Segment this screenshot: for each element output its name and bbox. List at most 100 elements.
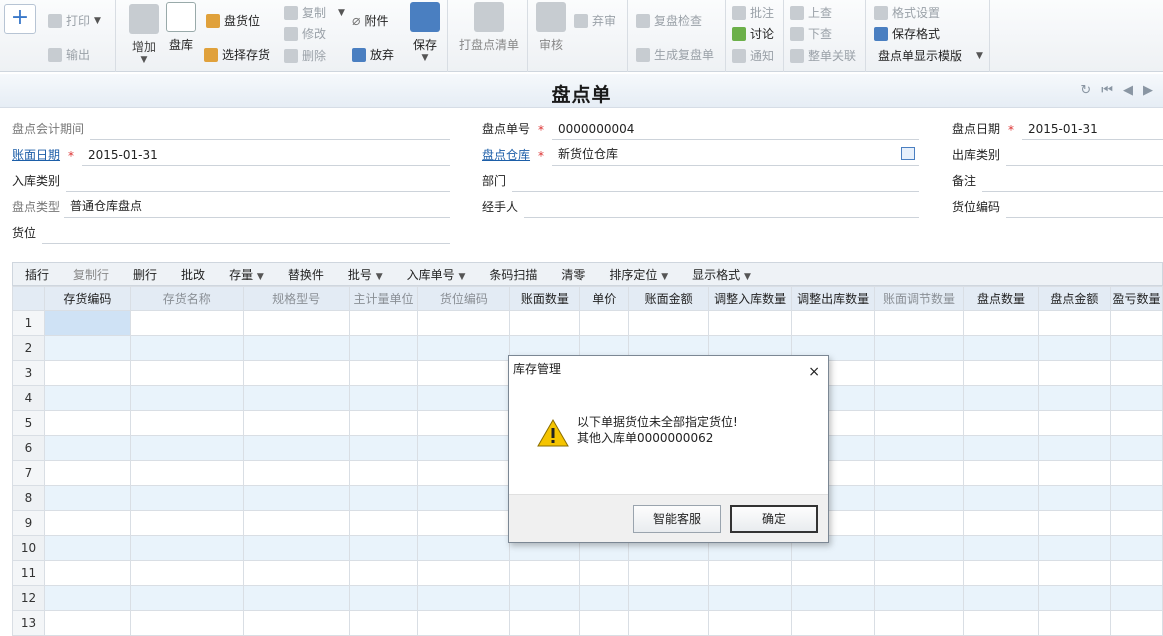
grid-cell[interactable] bbox=[417, 360, 511, 386]
grid-cell[interactable] bbox=[417, 560, 511, 586]
grid-cell[interactable] bbox=[1037, 310, 1111, 336]
grid-cell[interactable] bbox=[129, 485, 244, 511]
grid-cell[interactable] bbox=[708, 310, 793, 336]
grid-cell[interactable] bbox=[963, 485, 1039, 511]
grid-cell[interactable] bbox=[579, 310, 630, 336]
smart-service-button[interactable]: 智能客服 bbox=[633, 505, 721, 533]
col-header[interactable]: 账面金额 bbox=[628, 286, 710, 311]
grid-cell[interactable] bbox=[708, 560, 793, 586]
grid-cell[interactable] bbox=[129, 460, 244, 486]
grid-cell[interactable] bbox=[348, 435, 419, 461]
grid-cell[interactable] bbox=[43, 585, 131, 611]
ok-button[interactable]: 确定 bbox=[730, 505, 818, 533]
prev-record-icon[interactable]: ◀ bbox=[1123, 83, 1133, 98]
grid-cell[interactable] bbox=[348, 585, 419, 611]
grid-cell[interactable] bbox=[963, 560, 1039, 586]
replace-button[interactable]: 替换件 bbox=[276, 266, 336, 283]
grid-cell[interactable] bbox=[417, 585, 511, 611]
col-header[interactable]: 存货编码 bbox=[43, 286, 131, 311]
sort-button[interactable]: 排序定位 ▼ bbox=[597, 266, 680, 283]
col-header[interactable]: 账面数量 bbox=[509, 286, 581, 311]
grid-cell[interactable] bbox=[963, 460, 1039, 486]
grid-cell[interactable] bbox=[43, 610, 131, 636]
grid-cell[interactable] bbox=[874, 510, 965, 536]
grid-cell[interactable] bbox=[1109, 435, 1163, 461]
delete-button[interactable]: 删除 bbox=[284, 47, 326, 64]
grid-cell[interactable] bbox=[43, 335, 131, 361]
grid-cell[interactable] bbox=[43, 410, 131, 436]
grid-cell[interactable] bbox=[43, 510, 131, 536]
out-type-input[interactable] bbox=[1006, 144, 1163, 166]
grid-cell[interactable] bbox=[963, 585, 1039, 611]
prev-query-button[interactable]: 上查 bbox=[790, 4, 832, 21]
grid-cell[interactable] bbox=[708, 610, 793, 636]
col-header[interactable]: 账面调节数量 bbox=[874, 286, 965, 311]
grid-cell[interactable] bbox=[1109, 585, 1163, 611]
grid-cell[interactable] bbox=[509, 560, 581, 586]
modify-button[interactable]: 修改 bbox=[284, 25, 326, 42]
grid-cell[interactable] bbox=[242, 585, 350, 611]
grid-cell[interactable] bbox=[417, 335, 511, 361]
grid-cell[interactable] bbox=[963, 360, 1039, 386]
grid-cell[interactable] bbox=[874, 435, 965, 461]
grid-cell[interactable] bbox=[963, 510, 1039, 536]
grid-cell[interactable] bbox=[1037, 560, 1111, 586]
col-header[interactable]: 调整入库数量 bbox=[708, 286, 793, 311]
grid-cell[interactable] bbox=[509, 610, 581, 636]
grid-cell[interactable] bbox=[348, 510, 419, 536]
col-header[interactable]: 主计量单位 bbox=[348, 286, 419, 311]
grid-cell[interactable] bbox=[579, 560, 630, 586]
note-input[interactable] bbox=[982, 170, 1163, 192]
grid-cell[interactable] bbox=[129, 610, 244, 636]
grid-cell[interactable] bbox=[1109, 510, 1163, 536]
export-button[interactable]: 输出 bbox=[48, 46, 90, 63]
grid-cell[interactable] bbox=[348, 385, 419, 411]
grid-cell[interactable] bbox=[348, 335, 419, 361]
handler-input[interactable] bbox=[524, 196, 919, 218]
grid-cell[interactable] bbox=[348, 310, 419, 336]
grid-cell[interactable] bbox=[874, 335, 965, 361]
grid-cell[interactable] bbox=[874, 560, 965, 586]
grid-cell[interactable] bbox=[791, 610, 876, 636]
grid-cell[interactable] bbox=[963, 610, 1039, 636]
stock-qty-button[interactable]: 存量 ▼ bbox=[217, 266, 276, 283]
grid-cell[interactable] bbox=[242, 560, 350, 586]
grid-cell[interactable] bbox=[1109, 535, 1163, 561]
grid-cell[interactable] bbox=[628, 585, 710, 611]
grid-cell[interactable] bbox=[1037, 485, 1111, 511]
grid-cell[interactable] bbox=[1109, 360, 1163, 386]
grid-cell[interactable] bbox=[874, 610, 965, 636]
grid-cell[interactable] bbox=[417, 310, 511, 336]
stock-location-button[interactable]: 盘货位 bbox=[206, 12, 260, 29]
book-date-input[interactable]: 2015-01-31 bbox=[82, 144, 450, 166]
grid-cell[interactable] bbox=[129, 335, 244, 361]
grid-cell[interactable] bbox=[43, 385, 131, 411]
grid-cell[interactable] bbox=[1037, 535, 1111, 561]
col-header[interactable]: 调整出库数量 bbox=[791, 286, 876, 311]
save-button[interactable]: 保存 ▼ bbox=[410, 2, 440, 63]
new-tab-button[interactable]: + bbox=[4, 4, 36, 34]
grid-cell[interactable] bbox=[1037, 510, 1111, 536]
lookup-icon[interactable] bbox=[901, 147, 915, 160]
grid-cell[interactable] bbox=[129, 385, 244, 411]
annotate-button[interactable]: 批注 bbox=[732, 4, 774, 21]
grid-cell[interactable] bbox=[963, 310, 1039, 336]
save-format-button[interactable]: 保存格式 bbox=[874, 25, 940, 42]
stocktake-button[interactable]: 盘库 bbox=[166, 2, 196, 53]
grid-cell[interactable] bbox=[348, 360, 419, 386]
recheck-button[interactable]: 复盘检查 bbox=[636, 12, 702, 29]
grid-cell[interactable] bbox=[1037, 410, 1111, 436]
grid-cell[interactable] bbox=[242, 435, 350, 461]
grid-cell[interactable] bbox=[242, 360, 350, 386]
grid-cell[interactable] bbox=[791, 585, 876, 611]
grid-cell[interactable] bbox=[348, 410, 419, 436]
grid-cell[interactable] bbox=[129, 310, 244, 336]
grid-cell[interactable] bbox=[1109, 335, 1163, 361]
grid-cell[interactable] bbox=[43, 535, 131, 561]
loc-input[interactable] bbox=[42, 222, 450, 244]
insert-row-button[interactable]: 插行 bbox=[13, 266, 61, 283]
grid-cell[interactable] bbox=[242, 485, 350, 511]
grid-cell[interactable] bbox=[963, 435, 1039, 461]
grid-cell[interactable] bbox=[129, 410, 244, 436]
copy-row-button[interactable]: 复制行 bbox=[61, 266, 121, 283]
